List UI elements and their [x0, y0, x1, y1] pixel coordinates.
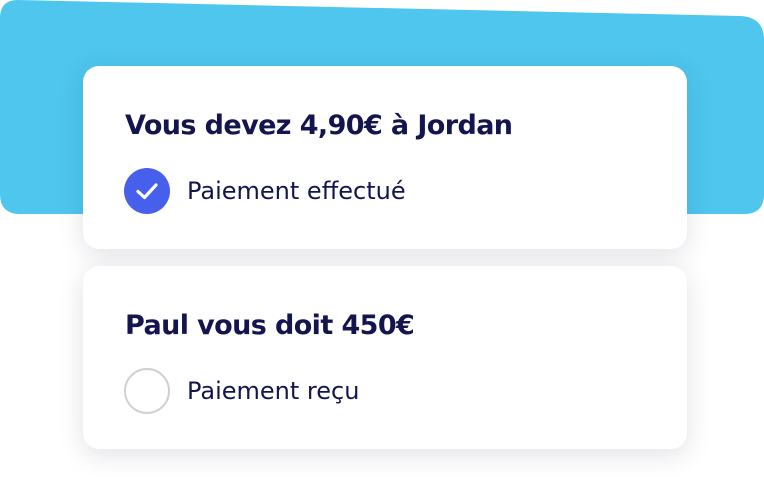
credit-card-title: Paul vous doit 450€ — [125, 310, 415, 341]
debt-card: Vous devez 4,90€ à Jordan Paiement effec… — [83, 66, 687, 249]
debt-card-title: Vous devez 4,90€ à Jordan — [125, 110, 513, 141]
check-icon[interactable] — [124, 167, 170, 214]
payment-done-row[interactable]: Paiement effectué — [124, 167, 406, 214]
check-mark-svg — [136, 182, 158, 199]
payment-received-row[interactable]: Paiement reçu — [124, 367, 359, 414]
payment-status-illustration: Vous devez 4,90€ à Jordan Paiement effec… — [0, 0, 764, 504]
credit-card: Paul vous doit 450€ Paiement reçu — [83, 266, 687, 449]
empty-circle-icon[interactable] — [124, 367, 170, 414]
payment-done-label: Paiement effectué — [187, 176, 406, 205]
payment-received-label: Paiement reçu — [187, 376, 360, 405]
